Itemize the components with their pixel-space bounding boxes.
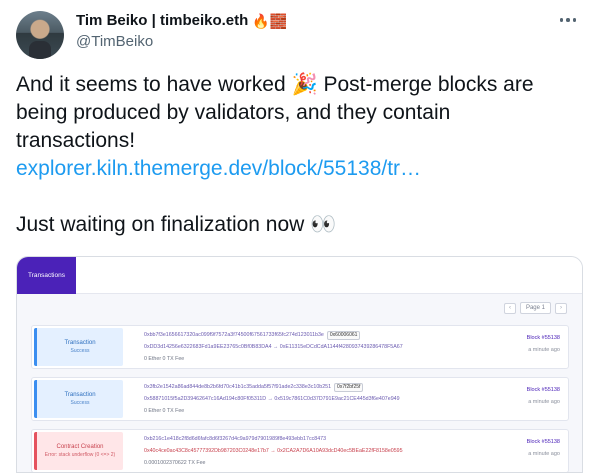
status-label: Transaction	[64, 392, 96, 398]
time-ago: a minute ago	[528, 399, 560, 405]
tx-hash: 0xbb7f3e1656617320ac099f9f7572a3f74500f6…	[144, 332, 324, 338]
transaction-row: Transaction Success 0x3fb2e1542a86ad844d…	[31, 377, 569, 421]
tweet-text-line: transactions!	[16, 129, 136, 152]
author-name[interactable]: Tim Beiko | timbeiko.eth	[76, 12, 248, 29]
more-options-icon[interactable]	[558, 14, 578, 26]
status-badge: Transaction Success	[34, 328, 123, 366]
transaction-row: Contract Creation Error: stack underflow…	[31, 429, 569, 472]
method-pill: 0x60006061	[326, 331, 361, 340]
tx-fee: 0.0001002370622 TX Fee	[144, 460, 206, 466]
block-number: Block #55138	[526, 439, 560, 445]
block-number: Block #55138	[526, 335, 560, 341]
prev-page-icon: ‹	[503, 302, 516, 314]
tx-details: 0xbb7f3e1656617320ac099f9f7572a3f74500f6…	[144, 329, 464, 365]
tx-details: 0x3fb2e1542a86ad844de8b2b6fd70c41b1c35ad…	[144, 381, 464, 417]
transaction-row: Transaction Success 0xbb7f3e1656617320ac…	[31, 325, 569, 369]
author-emoji: 🔥🧱	[252, 12, 288, 29]
status-badge: Contract Creation Error: stack underflow…	[34, 432, 123, 470]
time-ago: a minute ago	[528, 347, 560, 353]
pagination: ‹ Page 1 ›	[503, 302, 567, 314]
author-row: Tim Beiko | timbeiko.eth 🔥🧱	[76, 12, 287, 29]
next-page-icon: ›	[555, 302, 567, 314]
tx-hash: 0x3fb2e1542a86ad844de8b2b6fd70c41b1c35ad…	[144, 384, 332, 390]
page-label: Page 1	[519, 302, 551, 314]
tweet-text: And it seems to have worked 🎉 Post-merge…	[16, 71, 586, 239]
tweet-card: Tim Beiko | timbeiko.eth 🔥🧱 @TimBeiko An…	[0, 0, 596, 473]
tx-from-to: 0x58871015f5a2D39462647c16Ad194c80Ff0531…	[144, 396, 400, 402]
tweet-link[interactable]: explorer.kiln.themerge.dev/block/55138/t…	[16, 155, 586, 183]
status-sub: Error: stack underflow (0 <=> 2)	[44, 452, 116, 458]
status-badge: Transaction Success	[34, 380, 123, 418]
tweet-text-line: And it seems to have worked 🎉 Post-merge…	[16, 73, 534, 96]
tx-fee: 0 Ether 0 TX Fee	[144, 356, 185, 362]
tweet-text-line: being produced by validators, and they c…	[16, 101, 451, 124]
status-label: Transaction	[64, 340, 96, 346]
tweet-text-line: Just waiting on finalization now 👀	[16, 213, 337, 236]
transactions-tab: Transactions	[17, 257, 76, 294]
tx-from-to: 0xDD3d14256e6322683Fd1a9EE23765c0Bf0B83D…	[144, 344, 403, 350]
tx-hash: 0xb216c1e418c2f8d6d6fafc8d6f3267d4c9a979…	[144, 436, 327, 442]
method-pill: 0x7f2bf25f	[334, 383, 364, 392]
status-label: Contract Creation	[56, 444, 104, 450]
tx-details: 0xb216c1e418c2f8d6d6fafc8d6f3267d4c9a979…	[144, 433, 464, 469]
block-number: Block #55138	[526, 387, 560, 393]
block-info: Block #55138 a minute ago	[527, 384, 560, 408]
author-handle[interactable]: @TimBeiko	[76, 33, 153, 50]
status-sub: Success	[70, 400, 90, 406]
tx-fee: 0 Ether 0 TX Fee	[144, 408, 185, 414]
explorer-header: Transactions	[17, 257, 582, 294]
tx-from-to: 0x40c4ce0ac43C8c45777392Db987203C0248e17…	[144, 448, 403, 454]
status-sub: Success	[70, 348, 90, 354]
time-ago: a minute ago	[528, 451, 560, 457]
embedded-screenshot[interactable]: Transactions ‹ Page 1 › Transaction Succ…	[16, 256, 583, 473]
block-info: Block #55138 a minute ago	[527, 332, 560, 356]
block-info: Block #55138 a minute ago	[527, 436, 560, 460]
avatar[interactable]	[16, 11, 64, 59]
